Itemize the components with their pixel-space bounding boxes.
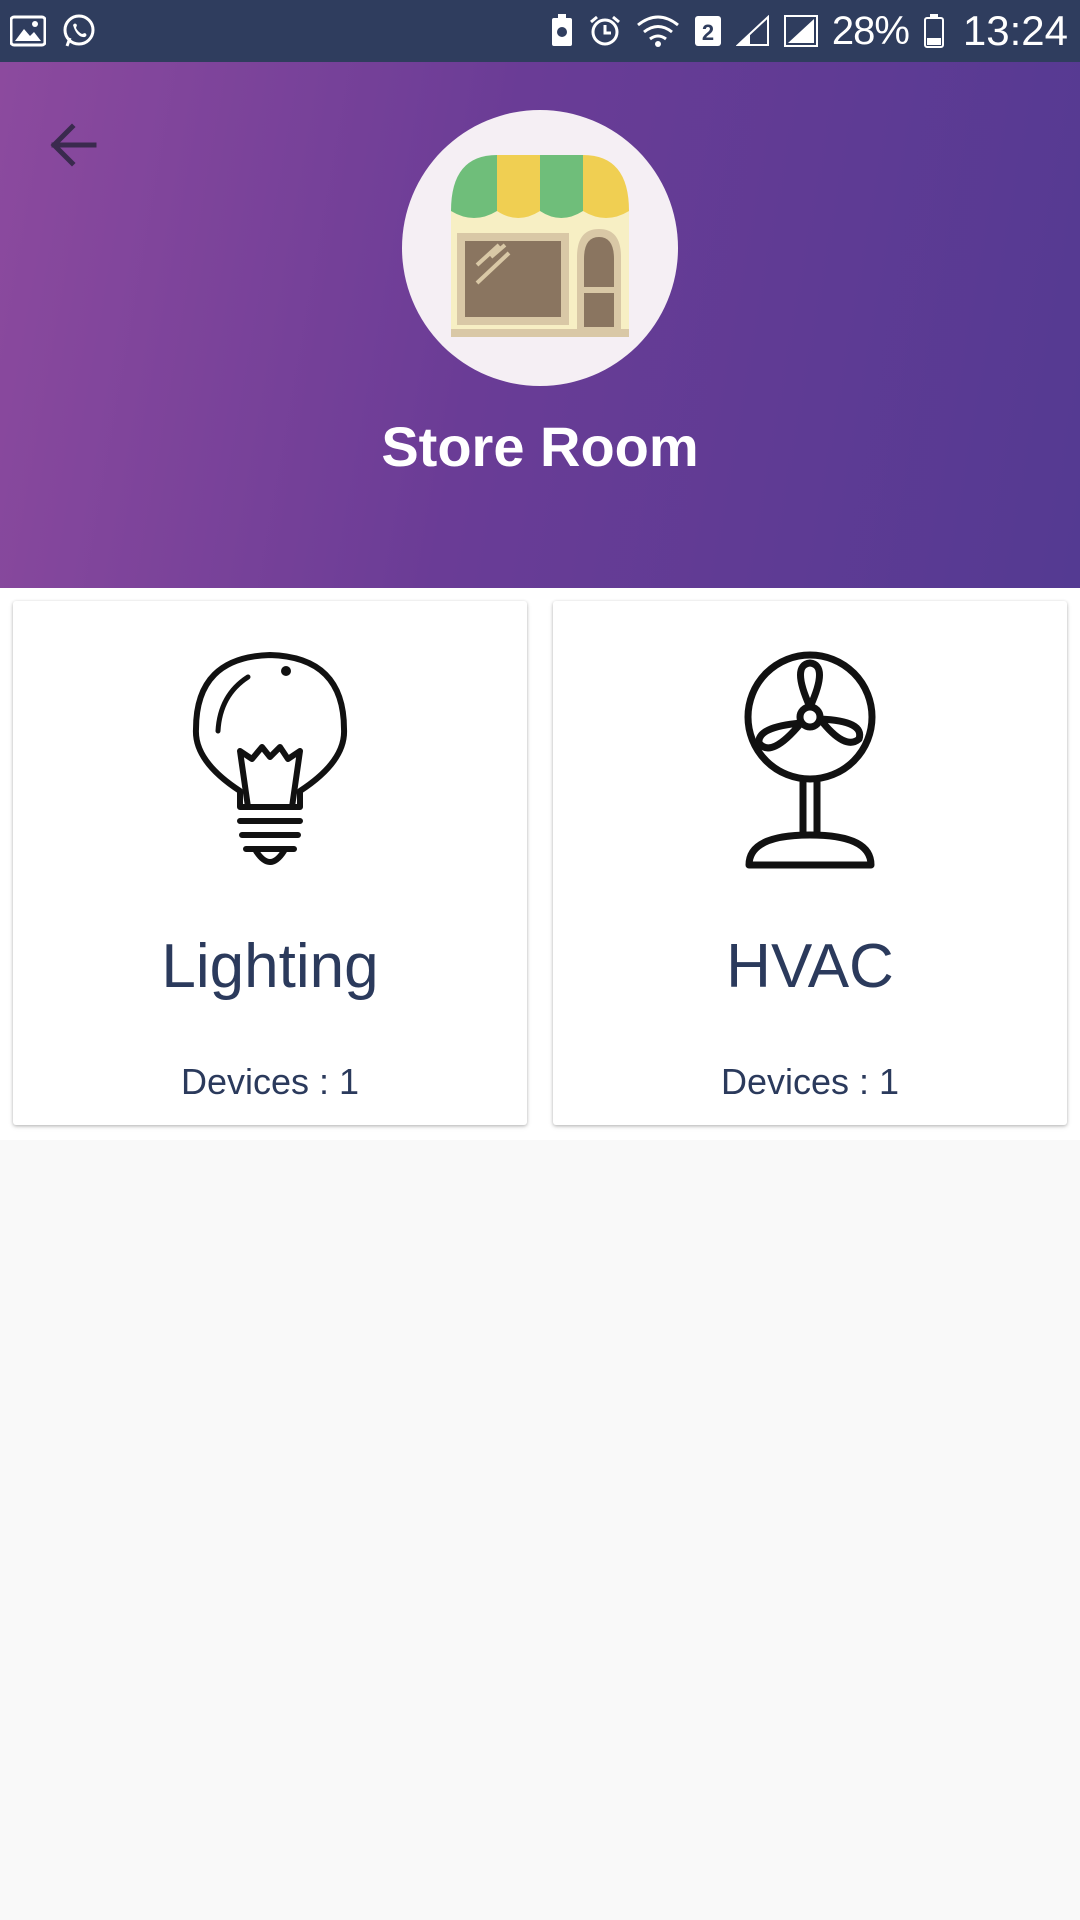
sim-2-icon: 2 xyxy=(694,15,722,47)
battery-percent: 28% xyxy=(831,8,910,53)
status-bar: 2 28% 13:24 xyxy=(0,0,1080,62)
signal-icon xyxy=(735,15,770,47)
whatsapp-icon xyxy=(60,12,98,50)
room-avatar xyxy=(402,110,678,386)
gallery-icon xyxy=(10,15,46,47)
category-title: HVAC xyxy=(726,932,894,1001)
device-count: Devices : 1 xyxy=(180,1061,360,1102)
lightbulb-icon xyxy=(13,651,527,871)
category-card-hvac[interactable]: HVAC Devices : 1 xyxy=(553,601,1067,1125)
back-button[interactable] xyxy=(38,110,108,180)
wifi-icon xyxy=(636,13,680,49)
clock: 13:24 xyxy=(962,7,1068,54)
arrow-left-icon xyxy=(48,123,98,167)
battery-saver-icon xyxy=(550,14,574,48)
battery-icon xyxy=(923,14,945,48)
category-card-lighting[interactable]: Lighting Devices : 1 xyxy=(13,601,527,1125)
category-title: Lighting xyxy=(161,932,379,1001)
storefront-icon xyxy=(447,153,633,344)
signal-icon xyxy=(783,15,818,47)
fan-icon xyxy=(553,651,1067,871)
room-header: Store Room xyxy=(0,62,1080,588)
sim-label: 2 xyxy=(702,20,714,45)
device-count: Devices : 1 xyxy=(720,1061,900,1102)
page-title: Store Room xyxy=(381,415,699,478)
alarm-icon xyxy=(588,14,622,48)
